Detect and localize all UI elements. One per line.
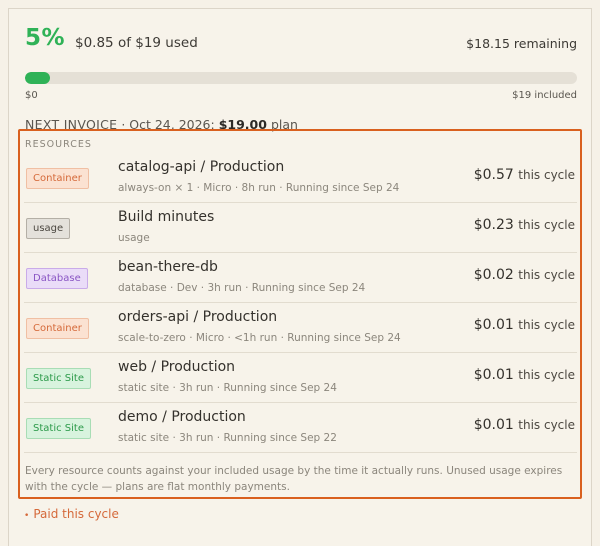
resource-cost-amount: $0.57 bbox=[473, 167, 514, 183]
resource-type-badge: Database bbox=[26, 268, 88, 289]
progress-min-label: $0 bbox=[25, 90, 38, 101]
resource-name: bean-there-db bbox=[118, 259, 218, 275]
resources-note: Every resource counts against your inclu… bbox=[25, 465, 563, 493]
resource-meta: database · Dev · 3h run · Running since … bbox=[118, 282, 366, 294]
resource-type-badge: Static Site bbox=[26, 418, 91, 439]
usage-percent: 5% bbox=[25, 25, 66, 51]
resource-cost-amount: $0.01 bbox=[473, 367, 514, 383]
paid-this-cycle-label: Paid this cycle bbox=[33, 507, 119, 521]
resource-cost-period: this cycle bbox=[518, 418, 575, 432]
resource-cost-period: this cycle bbox=[518, 318, 575, 332]
resource-meta: static site · 3h run · Running since Sep… bbox=[118, 432, 337, 444]
resource-row[interactable]: usage Build minutes usage $0.23 this cyc… bbox=[24, 203, 577, 253]
resource-cost: $0.02 this cycle bbox=[474, 267, 575, 283]
resource-cost: $0.01 this cycle bbox=[474, 417, 575, 433]
resource-type-badge: Container bbox=[26, 318, 89, 339]
resource-cost: $0.57 this cycle bbox=[474, 167, 575, 183]
resource-type-badge: usage bbox=[26, 218, 71, 239]
resource-name: Build minutes bbox=[118, 209, 215, 225]
resource-cost: $0.23 this cycle bbox=[474, 217, 575, 233]
resources-panel: RESOURCES Container catalog-api / Produc… bbox=[18, 129, 582, 499]
resource-cost-amount: $0.01 bbox=[473, 417, 514, 433]
resource-meta: static site · 3h run · Running since Sep… bbox=[118, 382, 337, 394]
resource-cost-period: this cycle bbox=[518, 218, 575, 232]
resource-cost: $0.01 this cycle bbox=[474, 317, 575, 333]
usage-progress-fill bbox=[25, 72, 50, 84]
resource-cost-period: this cycle bbox=[518, 168, 575, 182]
resource-name: catalog-api / Production bbox=[118, 159, 285, 175]
resources-header: RESOURCES bbox=[25, 139, 92, 150]
resource-name: demo / Production bbox=[118, 409, 246, 425]
resource-type-badge: Static Site bbox=[26, 368, 91, 389]
usage-used-text: $0.85 of $19 used bbox=[75, 35, 198, 51]
resource-row[interactable]: Static Site web / Production static site… bbox=[24, 353, 577, 403]
resource-type-badge: Container bbox=[26, 168, 89, 189]
resource-row[interactable]: Database bean-there-db database · Dev · … bbox=[24, 253, 577, 303]
resource-row[interactable]: Container orders-api / Production scale-… bbox=[24, 303, 577, 353]
resource-cost-period: this cycle bbox=[518, 268, 575, 282]
resource-row[interactable]: Static Site demo / Production static sit… bbox=[24, 403, 577, 453]
usage-remaining-text: $18.15 remaining bbox=[466, 36, 577, 51]
usage-progress-bar bbox=[25, 72, 577, 84]
resource-cost-amount: $0.02 bbox=[473, 267, 514, 283]
paid-this-cycle-link[interactable]: • Paid this cycle bbox=[24, 507, 119, 521]
resource-row[interactable]: Container catalog-api / Production alway… bbox=[24, 153, 577, 203]
resource-name: orders-api / Production bbox=[118, 309, 278, 325]
resource-cost: $0.01 this cycle bbox=[474, 367, 575, 383]
resource-cost-amount: $0.01 bbox=[473, 317, 514, 333]
resource-meta: scale-to-zero · Micro · <1h run · Runnin… bbox=[118, 332, 401, 344]
resource-meta: usage bbox=[118, 232, 150, 244]
progress-max-label: $19 included bbox=[512, 90, 577, 101]
bullet-icon: • bbox=[24, 511, 30, 521]
resource-meta: always-on × 1 · Micro · 8h run · Running… bbox=[118, 182, 400, 194]
resource-name: web / Production bbox=[118, 359, 236, 375]
resource-cost-period: this cycle bbox=[518, 368, 575, 382]
resource-cost-amount: $0.23 bbox=[473, 217, 514, 233]
